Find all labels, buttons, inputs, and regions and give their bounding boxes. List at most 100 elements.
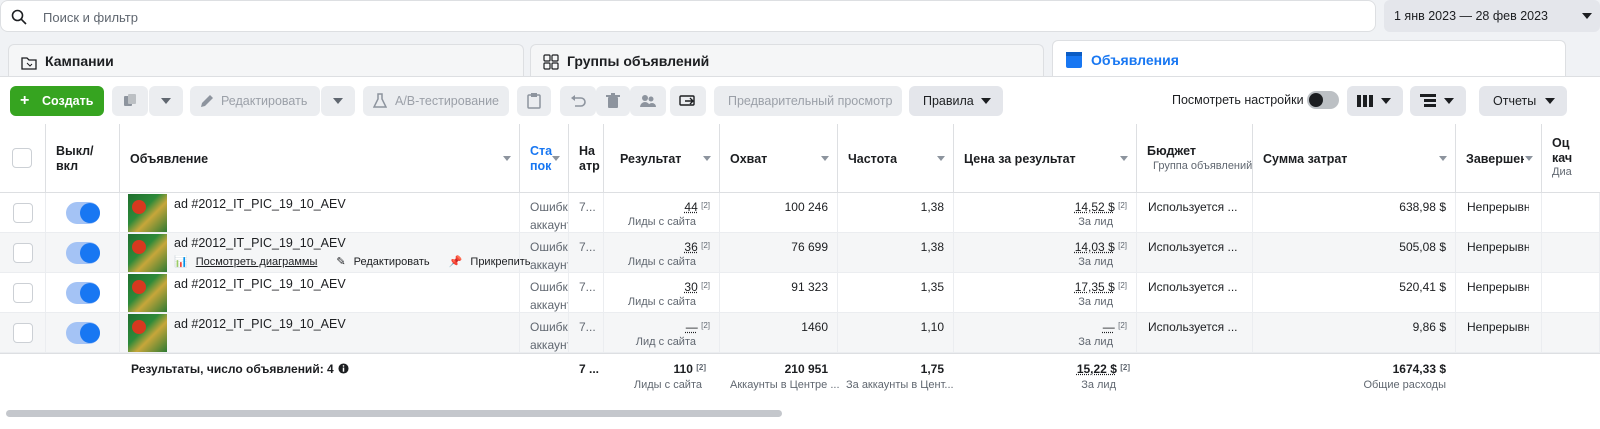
pin-link[interactable]: 📌 Прикрепить: [449, 256, 539, 268]
delete-button[interactable]: [596, 86, 630, 116]
reach-value: 91 323: [791, 280, 828, 294]
ad-name[interactable]: ad #2012_IT_PIC_19_10_AEV: [174, 236, 346, 250]
cpr-cell: 14,52 $ [2] За лид: [954, 193, 1137, 233]
columns-icon: [1357, 95, 1373, 107]
share-icon: [679, 95, 695, 106]
cpr-value: 14,03 $ [2]: [1074, 240, 1127, 254]
cpr-cell: 17,35 $ [2] За лид: [954, 273, 1137, 313]
spend-value: 638,98 $: [1399, 200, 1446, 214]
ad-thumbnail[interactable]: [128, 234, 167, 272]
tab-label: Кампании: [45, 53, 114, 69]
rules-button[interactable]: Правила: [909, 86, 1003, 116]
column-header-spend[interactable]: Сумма затрат: [1253, 124, 1456, 193]
column-header-result[interactable]: Результат: [604, 124, 720, 193]
share-button[interactable]: [670, 86, 706, 116]
column-header-frequency[interactable]: Частота: [838, 124, 954, 193]
ad-thumbnail[interactable]: [128, 194, 167, 232]
view-charts-link[interactable]: 📊 Посмотреть диаграммы: [174, 256, 325, 268]
column-header-status[interactable]: Ста пок: [520, 124, 569, 193]
result-value: 30 [2]: [684, 280, 710, 294]
row-toggle[interactable]: [66, 322, 100, 344]
row-checkbox[interactable]: [13, 243, 33, 263]
ad-thumbnail[interactable]: [128, 314, 167, 352]
frequency-value: 1,38: [920, 240, 944, 254]
totals-result-unit: Лиды с сайта: [633, 379, 702, 391]
chart-icon: 📊: [174, 256, 188, 268]
info-icon[interactable]: [338, 363, 349, 374]
preview-button[interactable]: Предварительный просмотр: [714, 86, 902, 116]
spend-value: 505,08 $: [1399, 240, 1446, 254]
trash-icon: [606, 93, 620, 108]
rules-label: Правила: [923, 94, 974, 108]
ad-thumbnail[interactable]: [128, 274, 167, 312]
create-button[interactable]: + Создать: [10, 86, 104, 116]
pencil-icon: [201, 95, 213, 107]
reach-value: 76 699: [791, 240, 828, 254]
table-cell: [1542, 273, 1600, 313]
reach-cell: 76 699: [720, 233, 838, 273]
row-toggle[interactable]: [66, 242, 100, 264]
totals-spend: 1674,33 $: [1392, 362, 1446, 376]
table-row[interactable]: ad #2012_IT_PIC_19_10_AEVОшибка аккаунт7…: [0, 233, 1600, 273]
table-row[interactable]: ad #2012_IT_PIC_19_10_AEVОшибка аккаунт7…: [0, 193, 1600, 233]
column-header-cost-per-result[interactable]: Цена за результат: [954, 124, 1137, 193]
chevron-down-icon: [1444, 98, 1454, 104]
reach-value: 1460: [801, 320, 828, 334]
column-header-attribution[interactable]: На атр: [569, 124, 604, 193]
edit-button[interactable]: Редактировать: [190, 86, 320, 116]
duplicate-button[interactable]: [112, 86, 148, 116]
column-header-toggle[interactable]: Выкл/ вкл: [46, 124, 120, 193]
cpr-value: 17,35 $ [2]: [1074, 280, 1127, 294]
column-header-budget[interactable]: Бюджет Группа объявлений: [1137, 124, 1253, 193]
totals-reach-unit: Аккаунты в Центре ...: [730, 379, 840, 391]
toggle-knob: [1309, 93, 1323, 107]
tab-campaigns[interactable]: Кампании: [8, 44, 524, 80]
table-row[interactable]: ad #2012_IT_PIC_19_10_AEVОшибка аккаунт7…: [0, 313, 1600, 353]
ab-test-button[interactable]: A/B-тестирование: [363, 86, 509, 116]
view-settings-toggle[interactable]: [1307, 91, 1339, 109]
ends-value: Непрерывно: [1467, 240, 1529, 254]
row-checkbox[interactable]: [13, 323, 33, 343]
row-toggle[interactable]: [66, 202, 100, 224]
duplicate-dropdown[interactable]: [149, 86, 183, 116]
search-input[interactable]: Поиск и фильтр: [43, 10, 138, 25]
breakdown-button[interactable]: [1410, 86, 1466, 116]
chevron-down-icon: [981, 98, 991, 104]
ad-icon: [1066, 52, 1082, 68]
column-header-ad[interactable]: Объявление: [120, 124, 520, 193]
totals-attribution: 7 ...: [579, 362, 600, 376]
sort-icon: [1525, 156, 1533, 161]
ad-name[interactable]: ad #2012_IT_PIC_19_10_AEV: [174, 277, 346, 291]
column-header-reach[interactable]: Охват: [720, 124, 838, 193]
date-range-picker[interactable]: 1 янв 2023 — 28 фев 2023: [1384, 0, 1600, 32]
totals-label: Результаты, число объявлений: 4: [131, 362, 334, 376]
select-all-checkbox[interactable]: [12, 148, 32, 168]
frequency-value: 1,35: [920, 280, 944, 294]
horizontal-scrollbar[interactable]: [6, 410, 782, 417]
row-toggle[interactable]: [66, 282, 100, 304]
tab-ads[interactable]: Объявления: [1052, 40, 1566, 80]
row-checkbox[interactable]: [13, 283, 33, 303]
ad-name[interactable]: ad #2012_IT_PIC_19_10_AEV: [174, 197, 346, 211]
undo-button[interactable]: [560, 86, 596, 116]
ad-name[interactable]: ad #2012_IT_PIC_19_10_AEV: [174, 317, 346, 331]
totals-cpr-unit: За лид: [1081, 379, 1116, 391]
clipboard-button[interactable]: [517, 86, 551, 116]
edit-link[interactable]: ✎ Редактировать: [336, 256, 437, 268]
edit-dropdown[interactable]: [321, 86, 355, 116]
column-header-quality[interactable]: Оц кач Диа: [1542, 124, 1600, 193]
table-cell: [1542, 233, 1600, 273]
totals-spend-unit: Общие расходы: [1363, 379, 1446, 391]
reports-button[interactable]: Отчеты: [1479, 86, 1567, 116]
sort-icon: [703, 156, 711, 161]
result-unit: Лиды с сайта: [627, 256, 696, 268]
columns-button[interactable]: [1347, 86, 1403, 116]
tab-ad-sets[interactable]: Группы объявлений: [530, 44, 1044, 80]
audience-button[interactable]: [630, 86, 666, 116]
table-row[interactable]: ad #2012_IT_PIC_19_10_AEVОшибка аккаунт7…: [0, 273, 1600, 313]
column-header-ends[interactable]: Завершен: [1456, 124, 1542, 193]
row-checkbox[interactable]: [13, 203, 33, 223]
search-bar[interactable]: Поиск и фильтр: [0, 0, 1376, 32]
pencil-icon: ✎: [336, 256, 346, 268]
spend-value: 9,86 $: [1412, 320, 1446, 334]
